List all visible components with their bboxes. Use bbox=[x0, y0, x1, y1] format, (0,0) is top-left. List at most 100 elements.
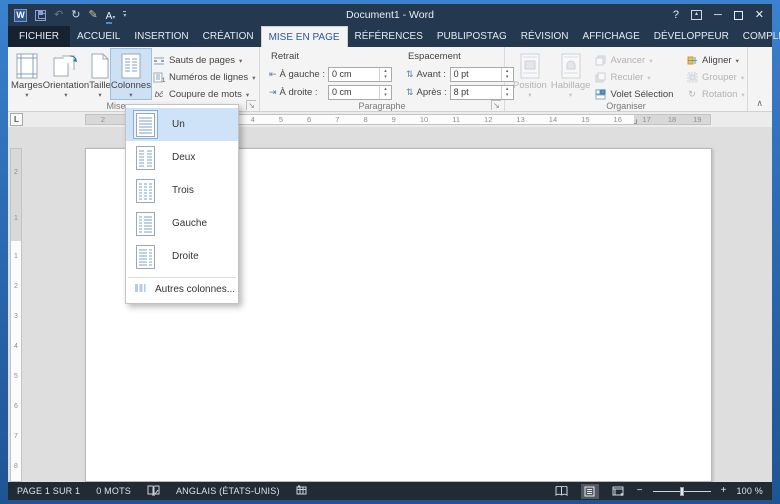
ruler-number: 8 bbox=[14, 463, 18, 470]
tab-creation[interactable]: CRÉATION bbox=[196, 26, 261, 47]
bring-forward-label: Avancer bbox=[611, 55, 646, 66]
group-objects-icon bbox=[686, 72, 698, 84]
chevron-down-icon: ▾ bbox=[528, 91, 531, 99]
wrap-text-button[interactable]: Habillage ▾ bbox=[549, 49, 593, 99]
indent-left-stepper[interactable]: ▴▾ bbox=[379, 68, 391, 81]
dialog-launcher-icon[interactable]: ↘ bbox=[246, 100, 256, 110]
line-numbers-icon: 1 bbox=[153, 72, 165, 84]
page-count[interactable]: PAGE 1 SUR 1 bbox=[17, 486, 80, 496]
help-icon[interactable]: ? bbox=[673, 10, 679, 21]
group-label-organiser: Organiser bbox=[505, 101, 747, 111]
ruler-number: 12 bbox=[484, 115, 492, 124]
columns-button[interactable]: Colonnes ▾ bbox=[111, 49, 151, 99]
chevron-down-icon: ▾ bbox=[647, 74, 650, 82]
rotate-label: Rotation bbox=[702, 89, 737, 100]
menu-item-left-column[interactable]: Gauche bbox=[126, 207, 238, 240]
margins-icon bbox=[16, 52, 38, 80]
tab-mise-en-page[interactable]: MISE EN PAGE bbox=[261, 26, 348, 47]
orientation-button[interactable]: Orientation ▾ bbox=[43, 49, 89, 99]
restore-icon[interactable] bbox=[734, 11, 743, 20]
align-button[interactable]: Aligner ▾ bbox=[684, 52, 744, 69]
position-button[interactable]: Position ▾ bbox=[511, 49, 549, 99]
ruler-number: 8 bbox=[363, 115, 367, 124]
ruler-number: 16 bbox=[614, 115, 622, 124]
line-numbers-button[interactable]: 1 Numéros de lignes ▾ bbox=[151, 69, 257, 86]
menu-item-label: Trois bbox=[172, 185, 194, 196]
send-backward-button[interactable]: Reculer ▾ bbox=[593, 69, 684, 86]
spacing-before-label: ⇅ Avant : bbox=[406, 69, 446, 80]
send-backward-label: Reculer bbox=[611, 72, 644, 83]
spacing-after-input[interactable] bbox=[451, 86, 501, 99]
language-indicator[interactable]: ANGLAIS (ÉTATS-UNIS) bbox=[176, 486, 280, 496]
customize-qat-icon[interactable]: ▾ bbox=[123, 11, 126, 19]
word-count[interactable]: 0 MOTS bbox=[96, 486, 131, 496]
right-indent-marker[interactable] bbox=[634, 117, 637, 124]
arrange-small-buttons-1: Avancer ▾ Reculer ▾ Volet Sélection bbox=[593, 49, 684, 103]
proofing-icon[interactable] bbox=[147, 485, 160, 498]
print-layout-icon[interactable] bbox=[581, 484, 599, 499]
tab-developpeur[interactable]: DÉVELOPPEUR bbox=[647, 26, 736, 47]
bring-forward-button[interactable]: Avancer ▾ bbox=[593, 52, 684, 69]
ruler-number: 3 bbox=[14, 313, 18, 320]
group-button[interactable]: Grouper ▾ bbox=[684, 69, 744, 86]
ribbon-display-options-icon[interactable]: ▴ bbox=[691, 10, 702, 20]
indent-left-label: ⇤ À gauche : bbox=[269, 69, 325, 80]
bring-forward-icon bbox=[595, 55, 607, 67]
dialog-launcher-icon[interactable]: ↘ bbox=[491, 100, 501, 110]
indent-left-icon: ⇤ bbox=[269, 69, 277, 80]
selection-pane-icon bbox=[595, 89, 607, 101]
ruler-number: 6 bbox=[14, 403, 18, 410]
undo-icon[interactable]: ↶ bbox=[54, 10, 63, 21]
rotate-icon: ↻ bbox=[686, 89, 698, 101]
menu-item-two-columns[interactable]: Deux bbox=[126, 141, 238, 174]
ruler-number: 18 bbox=[668, 115, 676, 124]
columns-icon bbox=[121, 52, 141, 80]
spacing-before-input[interactable] bbox=[451, 68, 501, 81]
tab-affichage[interactable]: AFFICHAGE bbox=[576, 26, 647, 47]
indent-right-input[interactable] bbox=[329, 86, 379, 99]
web-layout-icon[interactable] bbox=[609, 484, 627, 499]
zoom-level[interactable]: 100 % bbox=[736, 486, 763, 496]
ribbon: Marges ▾ Orientation ▾ Taille ▾ Colonnes… bbox=[8, 47, 772, 112]
format-painter-icon[interactable]: ✎ bbox=[88, 10, 97, 21]
breaks-button[interactable]: Sauts de pages ▾ bbox=[151, 52, 257, 69]
minimize-icon[interactable]: ─ bbox=[714, 10, 722, 21]
zoom-slider-thumb[interactable] bbox=[680, 487, 684, 496]
tab-complement[interactable]: COMPLÉMENT bbox=[736, 26, 780, 47]
spacing-heading: Espacement bbox=[406, 51, 514, 65]
macro-record-icon[interactable] bbox=[296, 485, 307, 497]
menu-item-one-column[interactable]: Un bbox=[126, 108, 238, 141]
orientation-label: Orientation bbox=[43, 80, 89, 91]
tab-revision[interactable]: RÉVISION bbox=[514, 26, 576, 47]
font-color-icon[interactable]: A▾ bbox=[106, 6, 116, 24]
tab-fichier[interactable]: FICHIER bbox=[8, 26, 70, 47]
indent-right-stepper[interactable]: ▴▾ bbox=[379, 86, 391, 99]
menu-item-more-columns[interactable]: Autres colonnes... bbox=[126, 278, 238, 301]
tab-accueil[interactable]: ACCUEIL bbox=[70, 26, 127, 47]
size-icon bbox=[90, 52, 110, 80]
collapse-ribbon-icon[interactable]: ∧ bbox=[756, 98, 763, 109]
zoom-slider[interactable] bbox=[653, 484, 711, 499]
window-controls: ? ▴ ─ ✕ bbox=[673, 10, 772, 21]
tab-publipostage[interactable]: PUBLIPOSTAG bbox=[430, 26, 514, 47]
tab-references[interactable]: RÉFÉRENCES bbox=[348, 26, 430, 47]
word-logo-icon[interactable]: W bbox=[14, 9, 27, 22]
zoom-in-icon[interactable]: + bbox=[721, 486, 727, 496]
size-button[interactable]: Taille ▾ bbox=[89, 49, 111, 99]
close-icon[interactable]: ✕ bbox=[755, 10, 764, 21]
menu-item-three-columns[interactable]: Trois bbox=[126, 174, 238, 207]
margins-button[interactable]: Marges ▾ bbox=[11, 49, 43, 99]
vertical-ruler[interactable]: 21 12345678 bbox=[10, 148, 22, 482]
tab-insertion[interactable]: INSERTION bbox=[127, 26, 195, 47]
save-icon[interactable] bbox=[35, 10, 46, 21]
read-mode-icon[interactable] bbox=[553, 484, 571, 499]
redo-icon[interactable]: ↻ bbox=[71, 10, 80, 21]
ruler-number: 4 bbox=[251, 115, 255, 124]
ruler-number: 1 bbox=[14, 215, 18, 222]
ruler-number: 1 bbox=[14, 253, 18, 260]
menu-item-right-column[interactable]: Droite bbox=[126, 240, 238, 273]
indent-left-input[interactable] bbox=[329, 68, 379, 81]
zoom-out-icon[interactable]: − bbox=[637, 486, 643, 496]
tab-selector[interactable]: L bbox=[10, 113, 23, 126]
wrap-text-label: Habillage bbox=[551, 80, 591, 91]
